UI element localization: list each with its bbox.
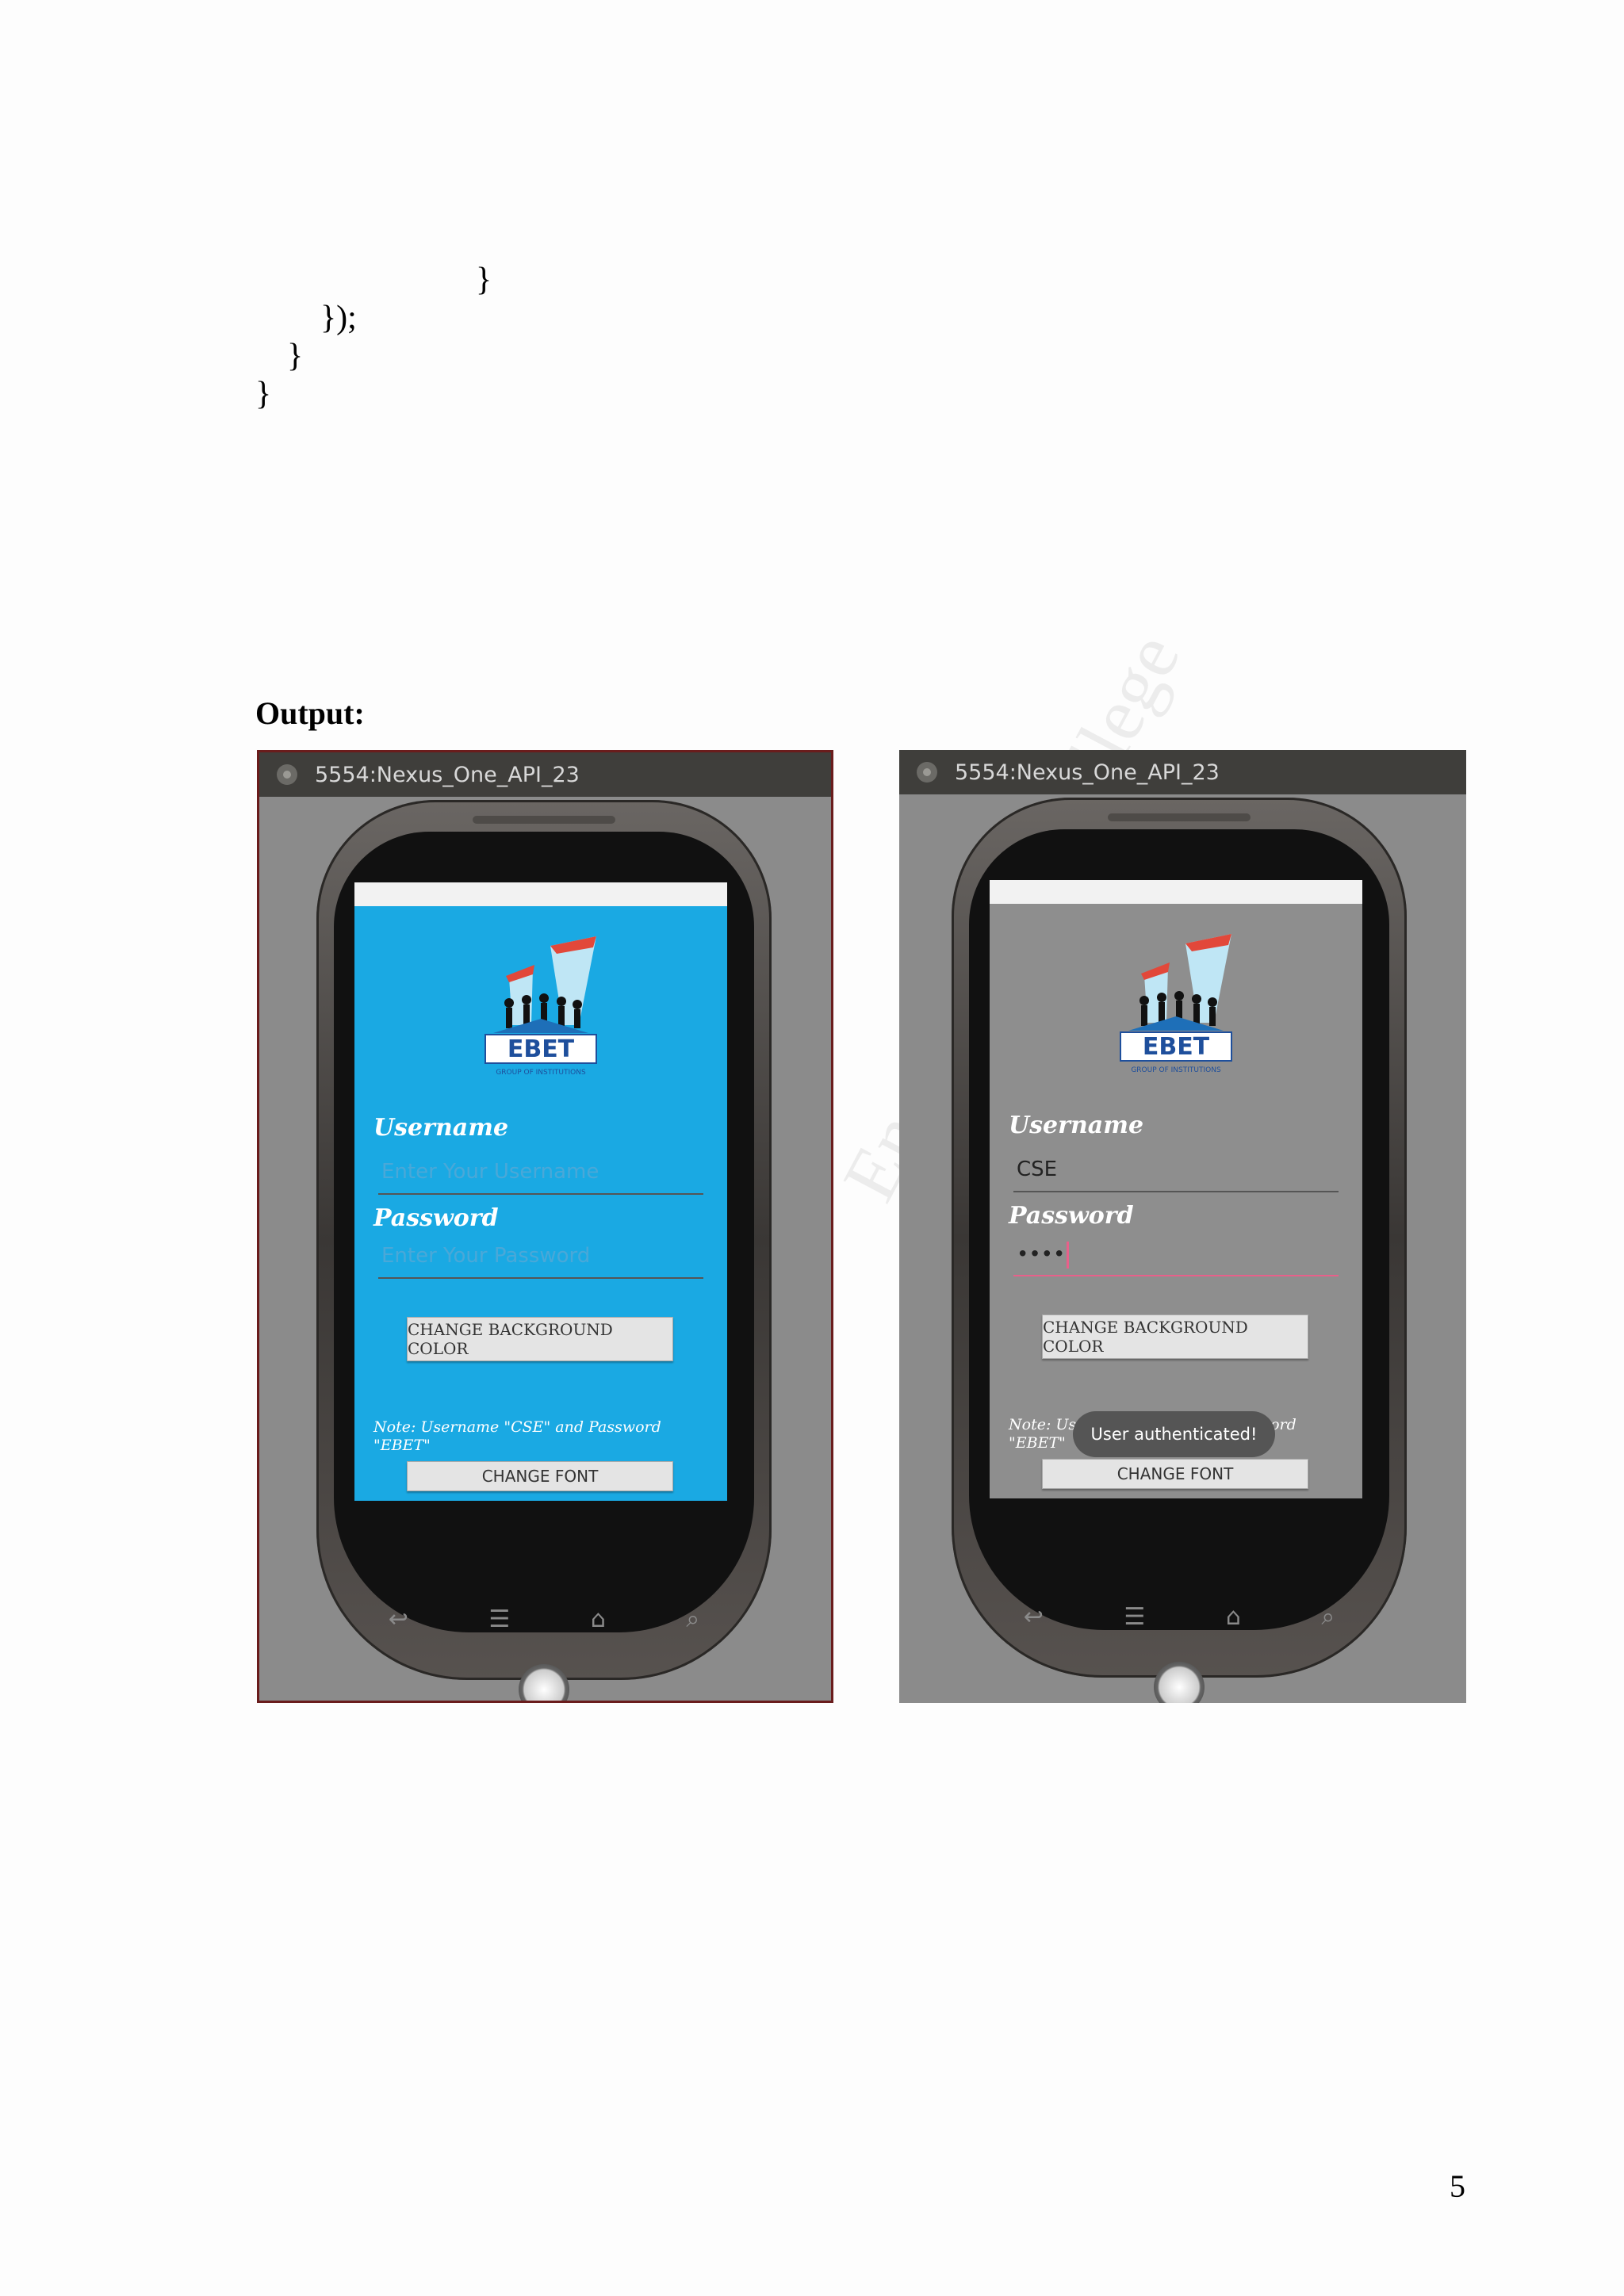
change-font-button[interactable]: CHANGE FONT: [1042, 1459, 1308, 1489]
logo-subtext: GROUP OF INSTITUTIONS: [1131, 1066, 1221, 1074]
search-icon[interactable]: ⌕: [1321, 1603, 1335, 1631]
speaker-grill: [1108, 813, 1251, 821]
app-screen: EBET GROUP OF INSTITUTIONS Username CSE …: [990, 880, 1362, 1498]
trackball-button[interactable]: [1154, 1662, 1205, 1703]
code-line-4: }: [255, 376, 272, 412]
window-title: 5554:Nexus_One_API_23: [955, 760, 1220, 785]
password-label: Password: [373, 1204, 499, 1232]
search-icon[interactable]: ⌕: [686, 1605, 699, 1633]
change-background-button[interactable]: CHANGE BACKGROUND COLOR: [1042, 1314, 1308, 1359]
speaker-grill: [473, 816, 615, 824]
emulator-screenshot-before: 5554:Nexus_One_API_23 EBET GROUP OF INST…: [257, 750, 833, 1703]
window-close-icon[interactable]: [277, 764, 297, 785]
toast-message: User authenticated!: [1073, 1411, 1275, 1457]
change-background-button[interactable]: CHANGE BACKGROUND COLOR: [407, 1317, 673, 1361]
back-icon[interactable]: ↩: [389, 1605, 408, 1633]
change-font-button[interactable]: CHANGE FONT: [407, 1461, 673, 1491]
emulator-screenshot-after: 5554:Nexus_One_API_23 EBET GROUP OF INST…: [899, 750, 1466, 1703]
username-label: Username: [373, 1114, 509, 1142]
status-bar: [354, 882, 727, 906]
logo-subtext: GROUP OF INSTITUTIONS: [496, 1069, 586, 1077]
status-bar: [990, 880, 1362, 904]
menu-icon[interactable]: ☰: [1124, 1603, 1145, 1631]
credentials-note: Note: Username "CSE" and Password "EBET": [373, 1418, 661, 1454]
back-icon[interactable]: ↩: [1024, 1603, 1044, 1631]
phone-frame: EBET GROUP OF INSTITUTIONS Username Ente…: [316, 800, 772, 1701]
username-input[interactable]: CSE: [1013, 1158, 1339, 1192]
app-screen: EBET GROUP OF INSTITUTIONS Username Ente…: [354, 882, 727, 1501]
password-value: ••••: [1017, 1242, 1066, 1267]
password-input[interactable]: ••••: [1013, 1242, 1339, 1276]
ebet-logo: EBET GROUP OF INSTITUTIONS: [485, 936, 597, 1077]
trackball-button[interactable]: [519, 1664, 569, 1701]
emulator-titlebar: 5554:Nexus_One_API_23: [899, 750, 1466, 794]
password-label: Password: [1009, 1202, 1134, 1230]
username-label: Username: [1009, 1112, 1144, 1139]
logo-text: EBET: [508, 1035, 575, 1063]
password-input[interactable]: Enter Your Password: [378, 1244, 703, 1279]
code-line-3: }: [287, 338, 304, 374]
code-line-1: }: [476, 262, 492, 298]
home-icon[interactable]: ⌂: [591, 1605, 606, 1633]
phone-frame: EBET GROUP OF INSTITUTIONS Username CSE …: [952, 798, 1407, 1703]
logo-text: EBET: [1143, 1033, 1210, 1061]
emulator-titlebar: 5554:Nexus_One_API_23: [259, 752, 831, 797]
ebet-logo: EBET GROUP OF INSTITUTIONS: [1120, 934, 1232, 1074]
code-line-2: });: [320, 300, 357, 336]
username-input[interactable]: Enter Your Username: [378, 1160, 703, 1195]
menu-icon[interactable]: ☰: [488, 1605, 510, 1633]
window-title: 5554:Nexus_One_API_23: [315, 762, 580, 787]
output-heading: Output:: [255, 695, 365, 731]
app-body: EBET GROUP OF INSTITUTIONS Username Ente…: [354, 906, 727, 1501]
text-cursor: [1067, 1242, 1070, 1269]
page-number: 5: [1450, 2168, 1465, 2204]
window-close-icon[interactable]: [917, 762, 937, 783]
app-body: EBET GROUP OF INSTITUTIONS Username CSE …: [990, 904, 1362, 1498]
phone-nav-bar: ↩ ☰ ⌂ ⌕: [348, 1599, 740, 1639]
phone-nav-bar: ↩ ☰ ⌂ ⌕: [983, 1597, 1375, 1636]
home-icon[interactable]: ⌂: [1226, 1603, 1241, 1631]
